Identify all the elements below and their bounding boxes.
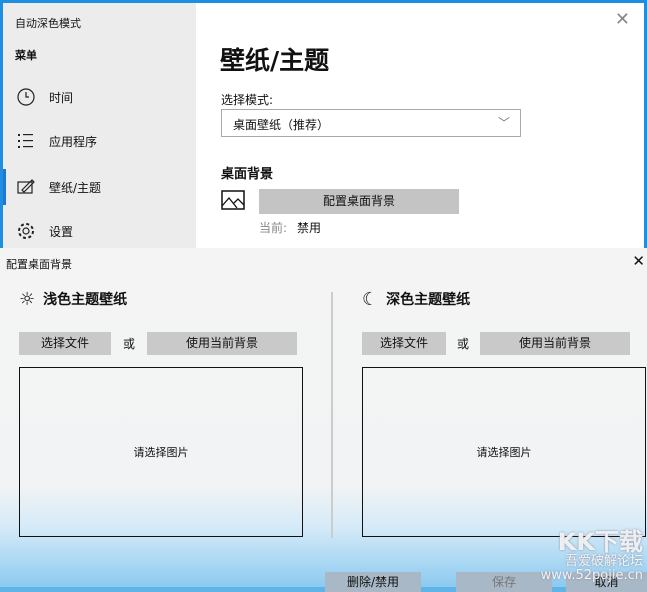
- light-image-preview[interactable]: 请选择图片: [19, 367, 303, 537]
- sidebar-item-settings[interactable]: 设置: [3, 213, 196, 249]
- configure-background-button[interactable]: 配置桌面背景: [259, 189, 459, 214]
- watermark-line: www.52pojie.cn: [540, 568, 643, 583]
- sidebar-item-label: 壁纸/主题: [49, 180, 102, 195]
- sidebar: 自动深色模式 菜单 时间 应用程序 壁纸/主题 设置: [3, 3, 196, 248]
- dialog-title: 配置桌面背景: [6, 258, 72, 271]
- or-label: 或: [456, 337, 469, 351]
- or-label: 或: [122, 337, 135, 351]
- sidebar-item-time[interactable]: 时间: [3, 79, 196, 115]
- current-status: 当前: 禁用: [259, 219, 321, 236]
- app-title: 自动深色模式: [15, 17, 81, 30]
- watermark-line: KK下载: [557, 528, 643, 556]
- mode-label: 选择模式:: [221, 93, 274, 107]
- sidebar-item-label: 时间: [49, 90, 74, 105]
- current-label: 当前:: [259, 221, 288, 235]
- main-window: 自动深色模式 菜单 时间 应用程序 壁纸/主题 设置 ✕ 壁纸/主题 选择模式:…: [0, 0, 647, 248]
- placeholder: 请选择图片: [476, 446, 532, 459]
- clock-icon: [15, 86, 37, 108]
- dark-title: 深色主题壁纸: [386, 292, 471, 308]
- moon-icon: ☾: [362, 288, 379, 310]
- divider: [331, 292, 333, 538]
- list-icon: [15, 130, 37, 152]
- placeholder: 请选择图片: [133, 446, 189, 459]
- page-title: 壁纸/主题: [220, 46, 330, 75]
- close-icon[interactable]: ✕: [615, 9, 630, 30]
- sidebar-item-label: 设置: [49, 224, 74, 239]
- save-button[interactable]: 保存: [456, 572, 552, 592]
- dark-panel: ☾ 深色主题壁纸 选择文件 或 使用当前背景 请选择图片: [362, 288, 647, 537]
- mode-select[interactable]: 桌面壁纸（推荐） ﹀: [221, 109, 521, 137]
- menu-heading: 菜单: [15, 49, 37, 62]
- watermark-line: 吾爱破解论坛: [564, 554, 643, 569]
- dark-choose-file-button[interactable]: 选择文件: [362, 332, 446, 355]
- gear-icon: [15, 220, 37, 242]
- image-icon: [221, 190, 245, 210]
- configure-dialog: 配置桌面背景 ✕ ☼ 浅色主题壁纸 选择文件 或 使用当前背景 请选择图片 ☾ 深色…: [0, 248, 647, 592]
- edit-icon: [15, 176, 37, 198]
- light-panel: ☼ 浅色主题壁纸 选择文件 或 使用当前背景 请选择图片: [19, 288, 309, 537]
- close-icon[interactable]: ✕: [632, 252, 645, 270]
- light-title: 浅色主题壁纸: [43, 292, 128, 308]
- dark-image-preview[interactable]: 请选择图片: [362, 367, 646, 537]
- delete-disable-button[interactable]: 删除/禁用: [325, 572, 421, 592]
- section-heading: 桌面背景: [221, 167, 274, 182]
- light-choose-file-button[interactable]: 选择文件: [19, 332, 111, 355]
- mode-value: 桌面壁纸（推荐）: [233, 118, 330, 132]
- light-use-current-button[interactable]: 使用当前背景: [147, 332, 297, 355]
- sidebar-item-wallpaper[interactable]: 壁纸/主题: [3, 169, 196, 205]
- sidebar-item-label: 应用程序: [49, 134, 98, 149]
- sidebar-item-apps[interactable]: 应用程序: [3, 123, 196, 159]
- current-value: 禁用: [297, 221, 322, 235]
- watermark: KK下载 吾爱破解论坛 www.52pojie.cn: [541, 529, 643, 583]
- main-panel: ✕ 壁纸/主题 选择模式: 桌面壁纸（推荐） ﹀ 桌面背景 配置桌面背景 当前: 禁…: [196, 3, 644, 248]
- chevron-down-icon: ﹀: [497, 116, 510, 130]
- sun-icon: ☼: [19, 288, 36, 310]
- dark-use-current-button[interactable]: 使用当前背景: [480, 332, 630, 355]
